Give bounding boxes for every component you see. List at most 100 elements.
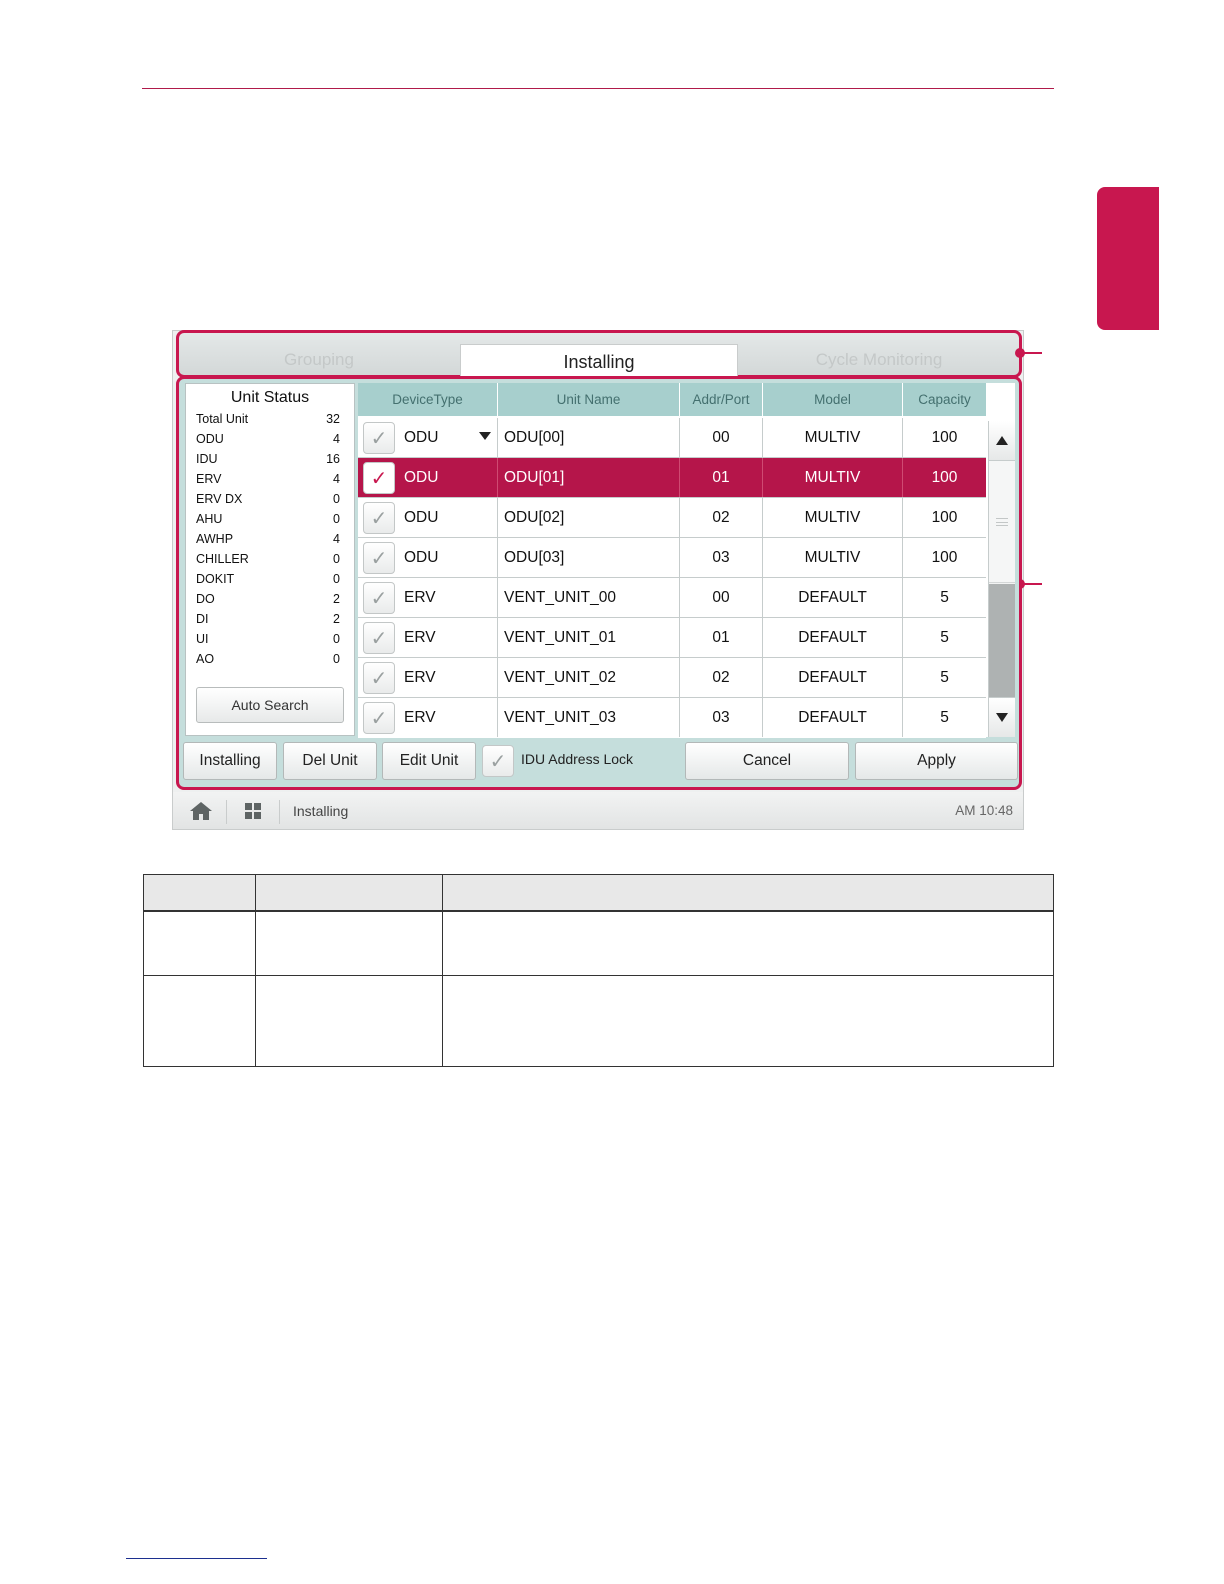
unit-name-cell: VENT_UNIT_01 xyxy=(498,618,680,657)
tab-cycle-monitoring[interactable]: Cycle Monitoring xyxy=(779,343,979,377)
edit-unit-button[interactable]: Edit Unit xyxy=(382,742,476,780)
status-label: CHILLER xyxy=(196,552,249,566)
status-value: 32 xyxy=(326,412,340,426)
checkmark-icon[interactable]: ✓ xyxy=(363,622,395,654)
status-label: AO xyxy=(196,652,215,666)
home-icon[interactable] xyxy=(189,801,213,821)
status-row: IDU 16 xyxy=(196,452,340,472)
status-label: AWHP xyxy=(196,532,234,546)
status-row: ODU 4 xyxy=(196,432,340,452)
grip-icon xyxy=(996,517,1008,526)
device-type-value: ODU xyxy=(404,428,439,446)
model-cell: MULTIV xyxy=(763,498,903,537)
table-row[interactable]: ✓ ODU ODU[00] 00 MULTIV 100 xyxy=(358,418,986,458)
device-type-cell[interactable]: ✓ ERV xyxy=(358,618,498,657)
status-label: Total Unit xyxy=(196,412,249,426)
apply-button[interactable]: Apply xyxy=(855,742,1018,780)
device-type-cell[interactable]: ✓ ODU xyxy=(358,458,498,497)
addr-cell: 01 xyxy=(680,458,763,497)
status-row: AO 0 xyxy=(196,652,340,672)
tab-bar: Grouping Installing Cycle Monitoring xyxy=(176,330,1022,380)
scroll-down-icon xyxy=(996,713,1008,722)
device-type-cell[interactable]: ✓ ODU xyxy=(358,538,498,577)
capacity-cell: 5 xyxy=(940,708,949,726)
unit-name-cell: ODU[02] xyxy=(498,498,680,537)
status-row: AHU 0 xyxy=(196,512,340,532)
unit-name-cell: ODU[00] xyxy=(498,418,680,457)
device-type-cell[interactable]: ✓ ERV xyxy=(358,578,498,617)
unit-name-cell: VENT_UNIT_00 xyxy=(498,578,680,617)
table-divider xyxy=(442,875,443,1066)
callout-line-1 xyxy=(1020,352,1042,354)
table-scrollbar[interactable] xyxy=(988,421,1015,737)
menu-grid-icon[interactable] xyxy=(245,803,261,819)
checkmark-icon[interactable]: ✓ xyxy=(363,422,395,454)
device-type-value: ERV xyxy=(404,628,436,646)
cancel-button[interactable]: Cancel xyxy=(685,742,849,780)
addr-cell: 02 xyxy=(680,658,763,697)
device-type-cell[interactable]: ✓ ERV xyxy=(358,658,498,697)
del-unit-button[interactable]: Del Unit xyxy=(283,742,377,780)
checkmark-icon[interactable]: ✓ xyxy=(363,542,395,574)
installing-button[interactable]: Installing xyxy=(183,742,277,780)
table-row[interactable]: ✓ ERV VENT_UNIT_00 00 DEFAULT 5 xyxy=(358,578,986,618)
table-row-selected[interactable]: ✓ ODU ODU[01] 01 MULTIV 100 xyxy=(358,458,986,498)
status-row: UI 0 xyxy=(196,632,340,652)
status-label: IDU xyxy=(196,452,218,466)
capacity-cell: 100 xyxy=(931,428,958,446)
bottom-rule xyxy=(126,1558,267,1559)
capacity-cell: 5 xyxy=(940,588,949,606)
idu-address-lock-checkbox[interactable]: ✓ xyxy=(482,745,514,777)
status-value: 0 xyxy=(333,652,340,666)
model-cell: DEFAULT xyxy=(763,658,903,697)
status-value: 0 xyxy=(333,492,340,506)
status-value: 0 xyxy=(333,552,340,566)
scroll-up-button[interactable] xyxy=(989,421,1015,461)
table-divider xyxy=(144,975,1053,976)
table-header: DeviceType Unit Name Addr/Port Model Cap… xyxy=(358,383,986,416)
scroll-down-button[interactable] xyxy=(989,697,1015,737)
scroll-thumb[interactable] xyxy=(989,461,1015,583)
header-model: Model xyxy=(763,383,903,416)
checkmark-icon[interactable]: ✓ xyxy=(363,702,395,734)
status-label: DOKIT xyxy=(196,572,235,586)
status-separator xyxy=(226,800,227,824)
auto-search-button[interactable]: Auto Search xyxy=(196,687,344,723)
tab-grouping[interactable]: Grouping xyxy=(229,343,409,377)
model-cell: MULTIV xyxy=(763,418,903,457)
status-row: ERV DX 0 xyxy=(196,492,340,512)
table-row[interactable]: ✓ ODU ODU[02] 02 MULTIV 100 xyxy=(358,498,986,538)
device-type-cell[interactable]: ✓ ODU xyxy=(358,418,498,457)
checkmark-icon[interactable]: ✓ xyxy=(363,502,395,534)
dropdown-arrow-icon[interactable] xyxy=(479,432,491,440)
checkmark-icon: ✓ xyxy=(489,750,507,773)
unit-name-cell: VENT_UNIT_02 xyxy=(498,658,680,697)
status-value: 4 xyxy=(333,432,340,446)
tab-installing[interactable]: Installing xyxy=(460,344,738,380)
device-type-cell[interactable]: ✓ ERV xyxy=(358,698,498,737)
description-table xyxy=(143,874,1054,1067)
addr-cell: 00 xyxy=(680,578,763,617)
status-label: ERV DX xyxy=(196,492,243,506)
device-type-cell[interactable]: ✓ ODU xyxy=(358,498,498,537)
scroll-track[interactable] xyxy=(989,584,1015,697)
checkmark-icon[interactable]: ✓ xyxy=(363,462,395,494)
header-unit-name: Unit Name xyxy=(498,383,680,416)
description-table-header xyxy=(144,875,1053,912)
status-row: Total Unit 32 xyxy=(196,412,340,432)
addr-cell: 02 xyxy=(680,498,763,537)
unit-name-cell: ODU[01] xyxy=(498,458,680,497)
table-row[interactable]: ✓ ERV VENT_UNIT_02 02 DEFAULT 5 xyxy=(358,658,986,698)
device-type-value: ODU xyxy=(404,508,439,526)
checkmark-icon[interactable]: ✓ xyxy=(363,662,395,694)
capacity-cell: 100 xyxy=(931,508,958,526)
table-row[interactable]: ✓ ERV VENT_UNIT_03 03 DEFAULT 5 xyxy=(358,698,986,738)
device-type-value: ERV xyxy=(404,708,436,726)
device-type-value: ERV xyxy=(404,668,436,686)
top-rule xyxy=(142,88,1054,89)
table-row[interactable]: ✓ ERV VENT_UNIT_01 01 DEFAULT 5 xyxy=(358,618,986,658)
table-row[interactable]: ✓ ODU ODU[03] 03 MULTIV 100 xyxy=(358,538,986,578)
status-bar: Installing AM 10:48 xyxy=(172,792,1024,830)
status-value: 16 xyxy=(326,452,340,466)
checkmark-icon[interactable]: ✓ xyxy=(363,582,395,614)
